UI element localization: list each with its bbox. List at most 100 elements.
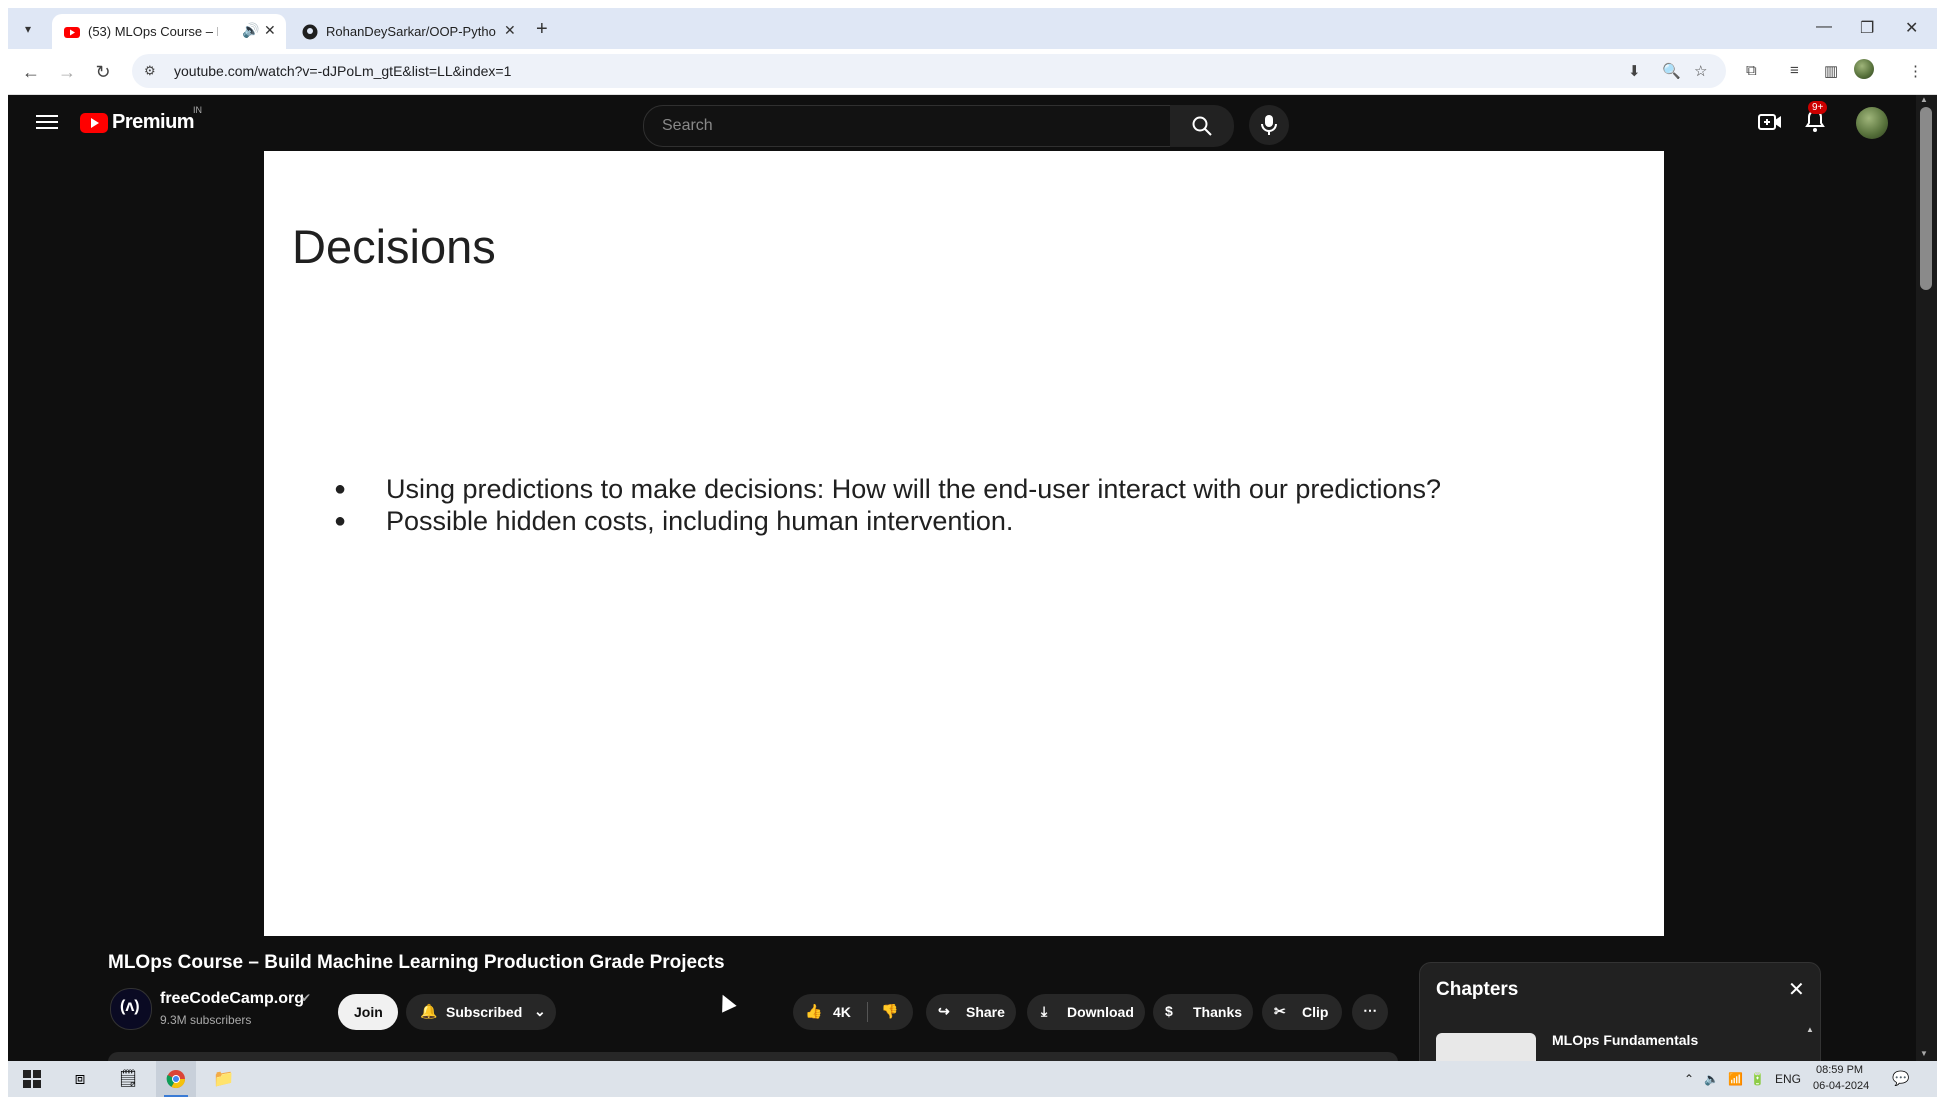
tray-overflow-icon[interactable]: ⌃: [1684, 1072, 1694, 1086]
channel-name[interactable]: freeCodeCamp.org: [160, 990, 304, 1008]
join-button[interactable]: Join: [338, 994, 398, 1030]
profile-avatar[interactable]: [1854, 59, 1874, 79]
scroll-up-arrow-icon[interactable]: ▲: [1920, 95, 1928, 104]
subscribed-button[interactable]: 🔔 Subscribed ⌄: [406, 994, 556, 1030]
chrome-app-icon[interactable]: [156, 1061, 196, 1097]
minimize-icon[interactable]: —: [1816, 18, 1832, 36]
clock-time[interactable]: 08:59 PM: [1816, 1064, 1863, 1076]
share-label: Share: [966, 1004, 1005, 1020]
windows-start-icon[interactable]: [12, 1061, 52, 1097]
share-button[interactable]: ↪ Share: [926, 994, 1016, 1030]
youtube-header: Premium IN 9+: [8, 95, 1908, 151]
share-icon: ↪: [938, 1003, 950, 1019]
youtube-favicon-icon: [64, 27, 80, 38]
slide-bullet: Possible hidden costs, including human i…: [334, 505, 1441, 537]
clock-date[interactable]: 06-04-2024: [1813, 1080, 1869, 1092]
like-count[interactable]: 4K: [833, 1004, 851, 1020]
url-text[interactable]: youtube.com/watch?v=-dJPoLm_gtE&list=LL&…: [174, 63, 511, 79]
install-app-icon[interactable]: ⬇: [1628, 62, 1641, 80]
chapter-thumbnail[interactable]: [1436, 1033, 1536, 1061]
video-title: MLOps Course – Build Machine Learning Pr…: [108, 952, 725, 973]
windows-taskbar: ⧈ 🗒 📁 ⌃ 🔈 📶 🔋 ENG 08:59 PM 06-04-2024 💬: [8, 1061, 1937, 1097]
close-tab-icon[interactable]: ✕: [504, 22, 516, 39]
account-avatar[interactable]: [1856, 107, 1888, 139]
notepad-app-icon[interactable]: 🗒: [108, 1061, 148, 1097]
back-icon[interactable]: ←: [20, 61, 42, 83]
new-tab-icon[interactable]: +: [536, 18, 548, 41]
search-input[interactable]: [660, 114, 1154, 138]
browser-window: ▾ (53) MLOps Course – Build 🔊 ✕ RohanDey…: [8, 8, 1937, 1061]
create-video-icon[interactable]: [1758, 111, 1782, 133]
subscribed-label: Subscribed: [446, 1004, 523, 1020]
download-icon: ⤓: [1041, 1003, 1048, 1019]
more-horizontal-icon: ⋯: [1363, 1002, 1377, 1018]
bell-icon: 🔔: [420, 1003, 438, 1019]
youtube-play-icon: [80, 113, 108, 133]
battery-icon[interactable]: 🔋: [1750, 1072, 1765, 1086]
country-code: IN: [193, 105, 202, 115]
slide-bullets: Using predictions to make decisions: How…: [334, 473, 1441, 537]
mouse-cursor-icon: [715, 991, 737, 1013]
verified-check-icon: ✔: [301, 991, 312, 1005]
github-favicon-icon: [302, 24, 318, 40]
search-button[interactable]: [1170, 105, 1234, 147]
extensions-icon[interactable]: ⧉: [1746, 62, 1757, 79]
tab-youtube[interactable]: (53) MLOps Course – Build 🔊 ✕: [52, 14, 286, 49]
clip-button[interactable]: ✂ Clip: [1262, 994, 1342, 1030]
bookmark-star-icon[interactable]: ☆: [1694, 62, 1707, 80]
thanks-button[interactable]: $ Thanks: [1153, 994, 1253, 1030]
reload-icon[interactable]: ↻: [92, 61, 114, 83]
task-view-icon[interactable]: ⧈: [60, 1061, 100, 1097]
file-explorer-icon[interactable]: 📁: [204, 1061, 244, 1097]
zoom-icon[interactable]: 🔍: [1662, 62, 1681, 80]
language-indicator[interactable]: ENG: [1775, 1072, 1801, 1086]
chapters-scroll-up-icon[interactable]: ▲: [1806, 1025, 1814, 1034]
divider: [867, 1002, 868, 1022]
scroll-down-arrow-icon[interactable]: ▼: [1920, 1049, 1928, 1058]
channel-avatar-text: (ʌ): [120, 998, 140, 1015]
chapters-title: Chapters: [1436, 979, 1519, 1000]
action-center-icon[interactable]: 💬: [1892, 1070, 1909, 1087]
close-icon[interactable]: ✕: [1788, 977, 1805, 1002]
network-icon[interactable]: 📶: [1728, 1072, 1743, 1086]
page-scrollbar[interactable]: ▲ ▼: [1916, 95, 1937, 1061]
restore-icon[interactable]: ❐: [1860, 18, 1874, 38]
site-info-icon[interactable]: ⚙: [144, 63, 156, 79]
clip-label: Clip: [1302, 1004, 1329, 1020]
side-panel-icon[interactable]: ▥: [1824, 62, 1838, 80]
tab-github[interactable]: RohanDeySarkar/OOP-Python ✕: [290, 14, 530, 49]
media-controls-icon[interactable]: ≡: [1790, 62, 1799, 79]
subscriber-count: 9.3M subscribers: [160, 1013, 252, 1027]
scissors-icon: ✂: [1274, 1003, 1286, 1019]
super-thanks-icon: $: [1165, 1003, 1173, 1019]
thanks-label: Thanks: [1193, 1004, 1243, 1020]
close-window-icon[interactable]: ✕: [1905, 18, 1918, 38]
close-tab-icon[interactable]: ✕: [264, 22, 276, 39]
address-bar[interactable]: ⚙ youtube.com/watch?v=-dJPoLm_gtE&list=L…: [132, 54, 1726, 88]
windows-logo-icon: [23, 1070, 41, 1088]
like-icon[interactable]: 👍: [805, 1003, 822, 1020]
download-button[interactable]: ⤓ Download: [1027, 994, 1145, 1030]
tab-search-button[interactable]: ▾: [18, 19, 38, 39]
slide-bullet: Using predictions to make decisions: How…: [334, 473, 1441, 505]
speaker-icon[interactable]: 🔊: [242, 22, 259, 39]
join-label: Join: [354, 1004, 383, 1020]
more-actions-button[interactable]: ⋯: [1352, 994, 1388, 1030]
chapter-item[interactable]: MLOps Fundamentals: [1552, 1032, 1698, 1048]
dislike-icon[interactable]: 👎: [881, 1003, 898, 1020]
chevron-down-icon: ⌄: [534, 1003, 546, 1019]
video-player[interactable]: Decisions Using predictions to make deci…: [264, 151, 1664, 936]
logo-text: Premium: [112, 111, 195, 133]
volume-icon[interactable]: 🔈: [1704, 1072, 1719, 1086]
browser-menu-icon[interactable]: ⋮: [1908, 62, 1923, 80]
description-box[interactable]: [108, 1052, 1398, 1061]
notification-badge: 9+: [1808, 101, 1828, 114]
search-box[interactable]: [643, 105, 1171, 147]
voice-search-button[interactable]: [1249, 105, 1289, 145]
chapters-panel: Chapters ✕ MLOps Fundamentals ▲: [1419, 962, 1821, 1061]
menu-icon[interactable]: [36, 111, 58, 133]
slide-title: Decisions: [292, 220, 496, 273]
forward-icon[interactable]: →: [56, 61, 78, 83]
channel-avatar[interactable]: (ʌ): [110, 988, 152, 1030]
scrollbar-thumb[interactable]: [1920, 107, 1932, 290]
